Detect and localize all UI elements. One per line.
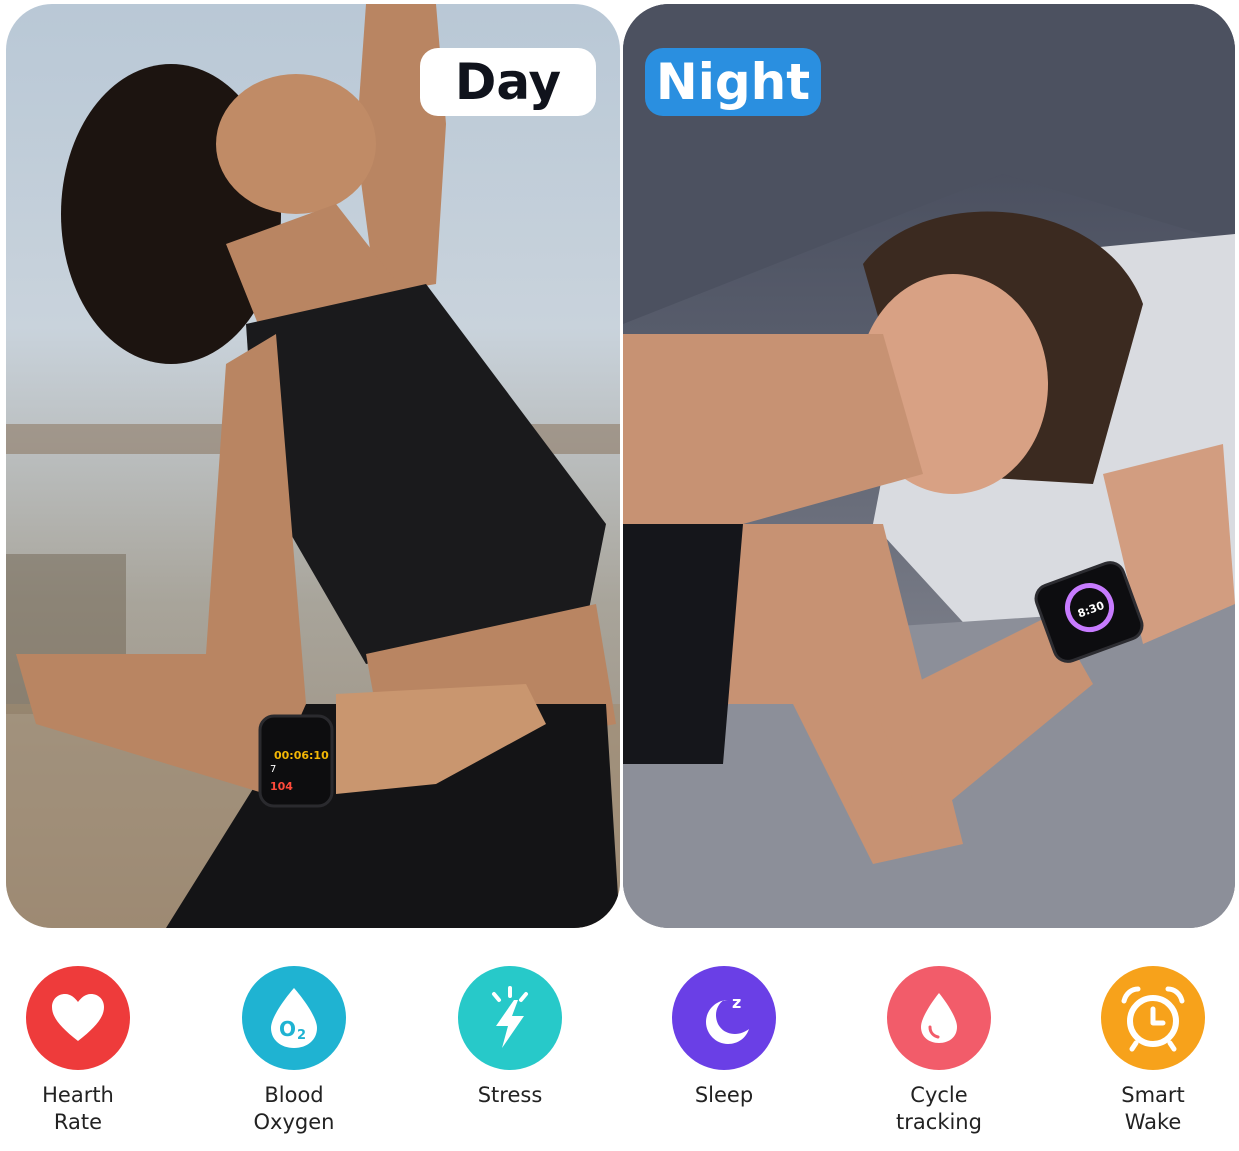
feature-blood-oxygen: O 2 Blood Oxygen bbox=[194, 966, 394, 1136]
feature-smart-wake: Smart Wake bbox=[1053, 966, 1239, 1136]
feature-label-line2: Oxygen bbox=[253, 1110, 335, 1134]
night-photo-panel: 8:30 bbox=[623, 4, 1235, 928]
o2-drop-icon: O 2 bbox=[242, 966, 346, 1070]
feature-heart-rate: Hearth Rate bbox=[0, 966, 178, 1136]
feature-label-line1: Blood bbox=[264, 1083, 324, 1107]
night-scene-illustration: 8:30 bbox=[623, 4, 1235, 928]
alarm-clock-icon bbox=[1101, 966, 1205, 1070]
heart-icon bbox=[26, 966, 130, 1070]
watch-day-bpm: 104 bbox=[270, 780, 293, 793]
feature-label-line1: Stress bbox=[477, 1083, 543, 1107]
day-photo-panel: 00:06:10 7 104 bbox=[6, 4, 620, 928]
feature-label-line2: tracking bbox=[896, 1110, 982, 1134]
night-badge: Night bbox=[645, 48, 821, 116]
svg-text:2: 2 bbox=[297, 1028, 306, 1043]
svg-text:z: z bbox=[732, 993, 741, 1012]
feature-label-line1: Smart bbox=[1121, 1083, 1185, 1107]
watch-day-time: 00:06:10 bbox=[274, 749, 329, 762]
feature-sleep: z Sleep bbox=[624, 966, 824, 1109]
day-badge: Day bbox=[420, 48, 596, 116]
day-scene-illustration: 00:06:10 7 104 bbox=[6, 4, 620, 928]
watch-day-kcal: 7 bbox=[270, 764, 276, 775]
feature-label-line2: Wake bbox=[1124, 1110, 1182, 1134]
feature-label-line2: Rate bbox=[53, 1110, 103, 1134]
feature-label-line1: Cycle bbox=[910, 1083, 968, 1107]
moon-icon: z bbox=[672, 966, 776, 1070]
feature-cycle-tracking: Cycle tracking bbox=[839, 966, 1039, 1136]
feature-label-line1: Sleep bbox=[694, 1083, 754, 1107]
lightning-icon bbox=[458, 966, 562, 1070]
svg-text:O: O bbox=[279, 1017, 296, 1041]
feature-label-line1: Hearth bbox=[42, 1083, 114, 1107]
feature-stress: Stress bbox=[410, 966, 610, 1109]
drop-icon bbox=[887, 966, 991, 1070]
